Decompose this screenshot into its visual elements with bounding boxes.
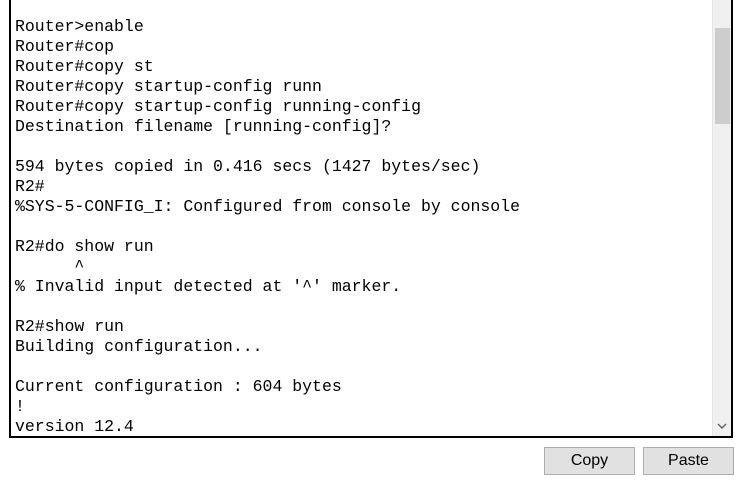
terminal-line: Router#copy startup-config running-confi… [15,97,421,116]
terminal-line: R2#show run [15,317,124,336]
terminal-line: R2# [15,177,45,196]
paste-button[interactable]: Paste [643,447,734,475]
terminal-line: Router>enable [15,17,144,36]
vertical-scrollbar[interactable] [712,0,731,436]
terminal-line: 594 bytes copied in 0.416 secs (1427 byt… [15,157,481,176]
terminal-line: R2#do show run [15,237,154,256]
terminal-line: ! [15,397,25,416]
terminal-line: ^ [15,257,85,276]
terminal-line: version 12.4 [15,417,134,436]
terminal-lines: Router>enable Router#cop Router#copy st Rou… [15,17,711,436]
terminal-line: Building configuration... [15,337,263,356]
chevron-down-icon [717,423,727,429]
terminal-line: % Invalid input detected at '^' marker. [15,277,402,296]
terminal-line: %SYS-5-CONFIG_I: Configured from console… [15,197,520,216]
scrollbar-thumb[interactable] [715,28,730,124]
terminal-line: Router#cop [15,37,115,56]
terminal-line: Destination filename [running-config]? [15,117,392,136]
copy-button[interactable]: Copy [544,447,635,475]
terminal-line: Current configuration : 604 bytes [15,377,342,396]
terminal-line: Router#copy st [15,57,154,76]
terminal-line: Router#copy startup-config runn [15,77,322,96]
scroll-down-button[interactable] [713,416,731,436]
terminal-output[interactable]: Router>enable Router#cop Router#copy st Rou… [9,0,733,438]
